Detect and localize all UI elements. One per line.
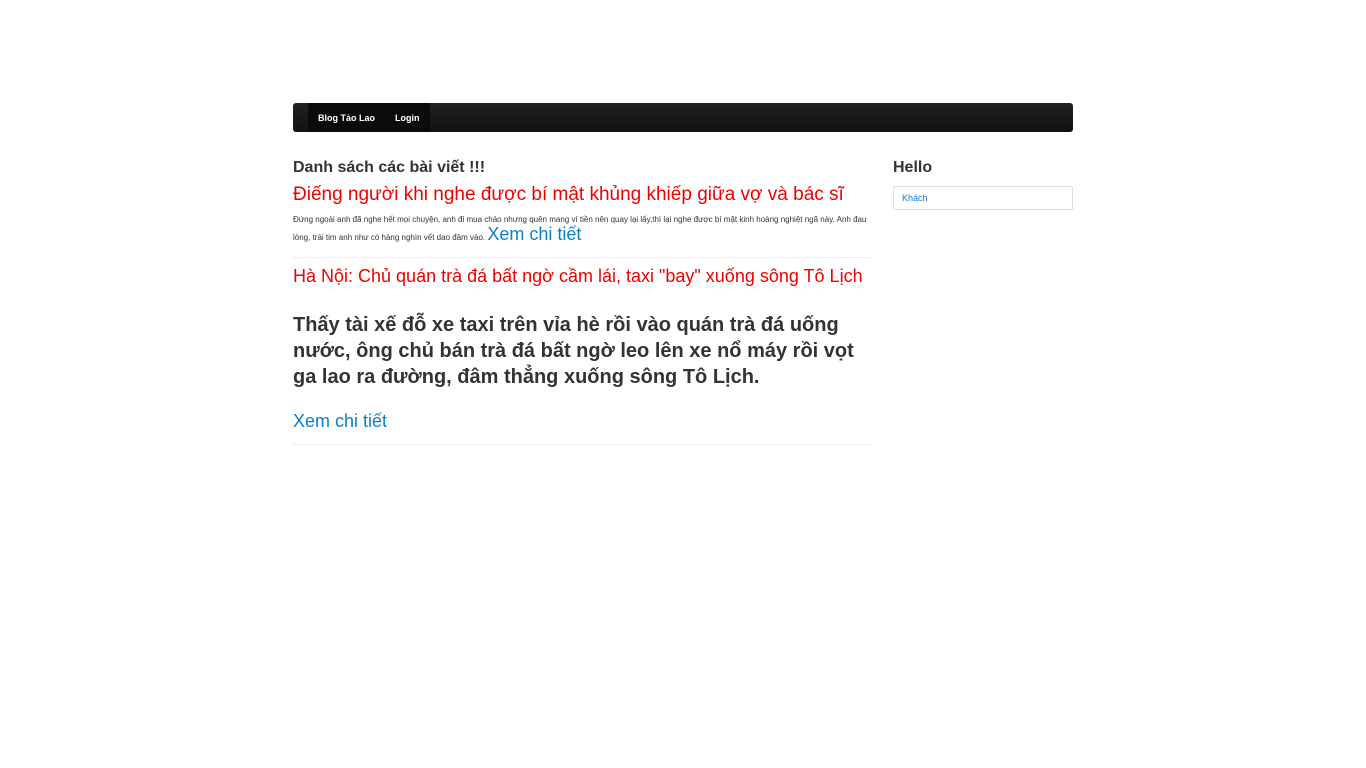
post-summary: Thấy tài xế đỗ xe taxi trên vỉa hè rồi v… <box>293 314 854 388</box>
post-title: Điếng người khi nghe được bí mật khủng k… <box>293 184 872 206</box>
sidebar-title: Hello <box>893 159 933 176</box>
top-navbar: Blog Tảo Lao Login <box>293 103 1073 132</box>
section-title: Danh sách các bài viết !!! <box>293 159 486 176</box>
guest-user-box[interactable]: Khách <box>893 186 1073 210</box>
read-more-link[interactable]: Xem chi tiết <box>487 224 581 244</box>
post-title-link[interactable]: Điếng người khi nghe được bí mật khủng k… <box>293 184 844 205</box>
read-more-link[interactable]: Xem chi tiết <box>293 410 387 432</box>
content-layout: Danh sách các bài viết !!! Điếng người k… <box>293 158 1073 445</box>
nav-item-blog[interactable]: Blog Tảo Lao <box>308 103 385 132</box>
post-title-link[interactable]: Hà Nội: Chủ quán trà đá bất ngờ cầm lái,… <box>293 266 863 286</box>
post-item: Hà Nội: Chủ quán trà đá bất ngờ cầm lái,… <box>293 258 872 445</box>
main-content: Danh sách các bài viết !!! Điếng người k… <box>293 158 872 445</box>
nav-item-login[interactable]: Login <box>385 103 430 132</box>
sidebar: Hello Khách <box>893 158 1073 445</box>
post-title: Hà Nội: Chủ quán trà đá bất ngờ cầm lái,… <box>293 267 872 285</box>
page-container: Blog Tảo Lao Login Danh sách các bài viế… <box>293 103 1073 445</box>
post-summary: Đứng ngoài anh đã nghe hết mọi chuyện, a… <box>293 212 872 245</box>
post-item: Điếng người khi nghe được bí mật khủng k… <box>293 184 872 258</box>
